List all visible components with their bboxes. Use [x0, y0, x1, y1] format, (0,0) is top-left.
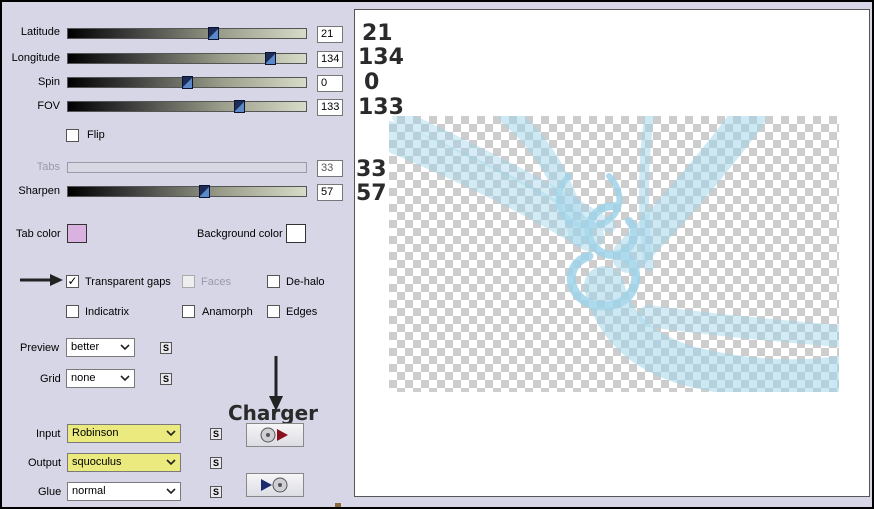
spin-slider-thumb[interactable] [182, 76, 193, 89]
app-window: Latitude 21 Longitude 134 Spin 0 FOV 133… [2, 2, 872, 507]
sharpen-slider-thumb[interactable] [198, 185, 210, 198]
charger-annotation: Charger [228, 401, 319, 425]
chevron-down-icon [120, 375, 130, 382]
tabs-slider [67, 162, 307, 173]
latitude-label: Latitude [20, 26, 60, 38]
preview-select-value: better [71, 341, 100, 353]
input-s-button[interactable]: S [210, 428, 222, 440]
longitude-label: Longitude [11, 52, 60, 64]
output-select[interactable]: squoculus [67, 453, 181, 472]
arrow-right-icon [20, 274, 63, 286]
load-button[interactable] [246, 423, 304, 447]
edges-checkbox[interactable] [267, 305, 280, 318]
preview-select[interactable]: better [66, 338, 135, 357]
longitude-slider[interactable] [67, 52, 307, 65]
sharpen-input[interactable]: 57 [317, 184, 343, 201]
latitude-input[interactable]: 21 [317, 26, 343, 43]
spin-label: Spin [37, 76, 60, 88]
fov-slider[interactable] [67, 100, 307, 113]
resize-grip[interactable] [335, 503, 341, 507]
chevron-down-icon [120, 344, 130, 351]
flip-label: Flip [87, 129, 105, 141]
faces-checkbox [182, 275, 195, 288]
fov-annotation: 133 [358, 95, 404, 120]
checkmark-icon: ✓ [67, 274, 78, 288]
spin-annotation: 0 [364, 70, 380, 95]
de-halo-label: De-halo [286, 276, 325, 288]
preview-image [389, 116, 839, 392]
save-icon [261, 477, 288, 493]
glue-s-button[interactable]: S [210, 486, 222, 498]
grid-select-value: none [71, 372, 96, 384]
longitude-annotation: 134 [358, 45, 404, 70]
fov-label: FOV [37, 100, 60, 112]
fov-slider-thumb[interactable] [234, 100, 246, 113]
longitude-slider-thumb[interactable] [265, 52, 277, 65]
tab-color-label: Tab color [16, 228, 61, 240]
anamorph-label: Anamorph [202, 306, 253, 318]
grid-s-button[interactable]: S [160, 373, 172, 385]
preview-s-button[interactable]: S [160, 342, 172, 354]
indicatrix-checkbox[interactable] [66, 305, 79, 318]
indicatrix-label: Indicatrix [85, 306, 130, 318]
faces-label: Faces [201, 276, 231, 288]
sharpen-label: Sharpen [18, 185, 60, 197]
background-color-swatch[interactable] [286, 224, 306, 243]
input-select-value: Robinson [72, 427, 119, 439]
tabs-annotation: 33 [356, 157, 387, 182]
output-label: Output [28, 457, 62, 469]
chevron-down-icon [166, 488, 176, 495]
chevron-down-icon [166, 459, 176, 466]
glue-label: Glue [38, 486, 62, 498]
tabs-input: 33 [317, 160, 343, 177]
flip-checkbox[interactable] [66, 129, 79, 142]
transparent-gaps-checkbox[interactable]: ✓ [66, 275, 79, 288]
load-icon [260, 427, 288, 443]
latitude-annotation: 21 [362, 21, 393, 46]
edges-label: Edges [286, 306, 318, 318]
longitude-input[interactable]: 134 [317, 51, 343, 68]
grid-select[interactable]: none [66, 369, 135, 388]
tab-color-swatch[interactable] [67, 224, 87, 243]
transparent-gaps-label: Transparent gaps [85, 276, 171, 288]
latitude-slider-thumb[interactable] [208, 27, 220, 40]
output-s-button[interactable]: S [210, 457, 222, 469]
spin-input[interactable]: 0 [317, 75, 343, 92]
sharpen-slider[interactable] [67, 185, 307, 198]
grid-label: Grid [40, 373, 61, 385]
latitude-slider[interactable] [67, 27, 307, 40]
preview-label: Preview [20, 342, 60, 354]
fov-input[interactable]: 133 [317, 99, 343, 116]
glue-select-value: normal [72, 485, 106, 497]
input-label: Input [36, 428, 61, 440]
tabs-label: Tabs [36, 161, 60, 173]
output-select-value: squoculus [72, 456, 122, 468]
chevron-down-icon [166, 430, 176, 437]
preview-pane [354, 9, 870, 497]
background-color-label: Background color [197, 228, 283, 240]
glue-select[interactable]: normal [67, 482, 181, 501]
swirl-image [389, 116, 839, 392]
sharpen-annotation: 57 [356, 181, 387, 206]
save-button[interactable] [246, 473, 304, 497]
anamorph-checkbox[interactable] [182, 305, 195, 318]
de-halo-checkbox[interactable] [267, 275, 280, 288]
input-select[interactable]: Robinson [67, 424, 181, 443]
spin-slider[interactable] [67, 76, 307, 89]
